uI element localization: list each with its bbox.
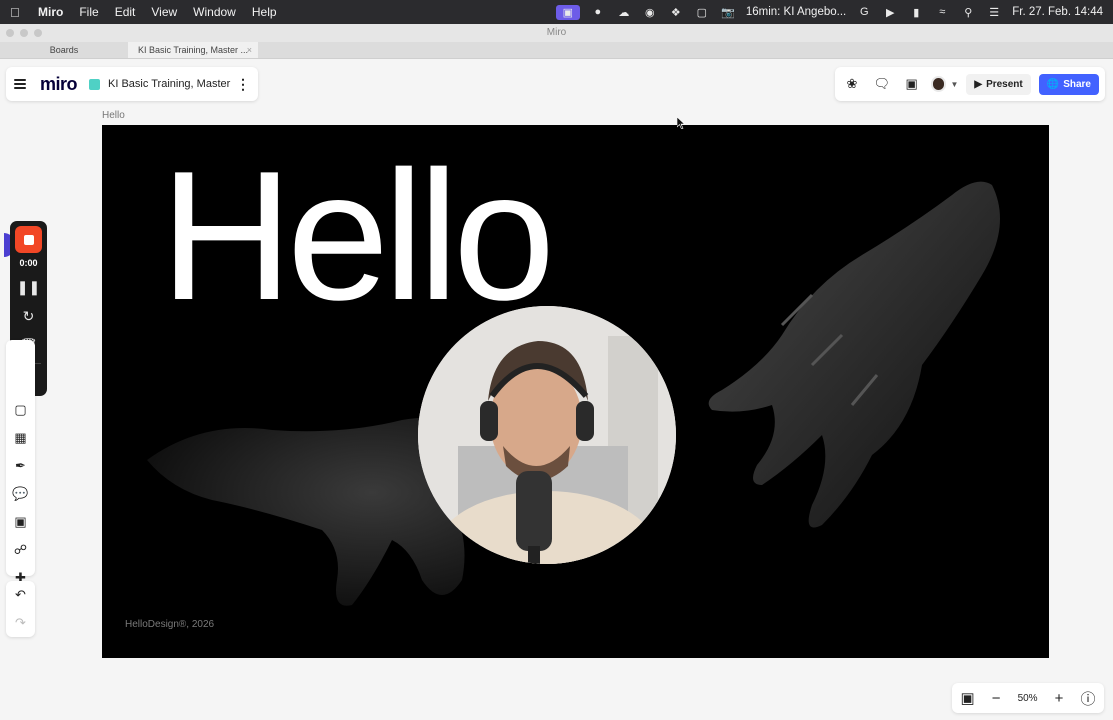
grammarly-icon[interactable]: G xyxy=(856,5,872,19)
share-button[interactable]: 🌐 Share xyxy=(1038,73,1099,95)
wifi-icon[interactable]: ≈ xyxy=(934,5,950,19)
avatar[interactable] xyxy=(930,76,947,92)
frame-icon[interactable]: ▣ xyxy=(6,508,35,536)
chevron-down-icon[interactable]: ▼ xyxy=(950,80,958,89)
collaboration-toolbar: ❀ 🗨 ▣ ▼ ▶ Present 🌐 Share xyxy=(835,67,1105,101)
sticky-note-icon[interactable]: ▢ xyxy=(6,396,35,424)
window-title: Miro xyxy=(546,27,567,38)
undo-redo-toolbar: ↶ ↷ xyxy=(6,581,35,637)
menu-help[interactable]: Help xyxy=(252,5,277,19)
miro-logo[interactable]: miro xyxy=(40,74,78,95)
app-menu[interactable]: Miro xyxy=(38,5,63,19)
mouse-cursor-icon xyxy=(677,117,685,129)
apple-icon[interactable]:  xyxy=(10,5,24,20)
close-window-button[interactable] xyxy=(6,29,14,37)
undo-icon[interactable]: ↶ xyxy=(6,581,35,609)
maximize-window-button[interactable] xyxy=(34,29,42,37)
tab-bar: Boards KI Basic Training, Master ... × xyxy=(0,42,1113,59)
tab-boards[interactable]: Boards xyxy=(0,42,128,58)
restart-icon[interactable]: ↻ xyxy=(23,306,35,326)
close-tab-icon[interactable]: × xyxy=(247,45,252,55)
menu-file[interactable]: File xyxy=(79,5,98,19)
macos-menubar:  Miro File Edit View Window Help ▣ ● ☁ … xyxy=(0,0,1113,24)
dropbox-icon[interactable]: ❖ xyxy=(668,5,684,19)
board-header: miro KI Basic Training, Master ⋮ xyxy=(6,67,258,101)
video-call-icon[interactable]: ▣ xyxy=(901,76,923,92)
help-icon[interactable]: ⓘ xyxy=(1080,688,1095,709)
zoom-controls: ▣ − 50% + ⓘ xyxy=(952,683,1104,713)
play-icon: ▶ xyxy=(974,78,983,90)
apps-icon[interactable]: ☍ xyxy=(6,536,35,564)
hamburger-menu-icon[interactable] xyxy=(14,79,26,89)
robot-hand-image xyxy=(708,181,1000,528)
reactions-icon[interactable]: ❀ xyxy=(841,76,863,92)
menu-view[interactable]: View xyxy=(151,5,177,19)
present-button[interactable]: ▶ Present xyxy=(966,73,1031,95)
menu-window[interactable]: Window xyxy=(193,5,236,19)
comment-icon[interactable]: 💬 xyxy=(6,480,35,508)
traffic-lights xyxy=(6,29,42,37)
zoom-out-button[interactable]: − xyxy=(992,690,1001,707)
screen-record-icon[interactable]: ▣ xyxy=(555,4,580,20)
tab-label: Boards xyxy=(49,45,79,55)
board-canvas[interactable]: miro KI Basic Training, Master ⋮ ❀ 🗨 ▣ ▼… xyxy=(0,59,1113,720)
slide-credit: HelloDesign®, 2026 xyxy=(125,619,215,630)
zoom-level[interactable]: 50% xyxy=(1018,693,1038,704)
pen-icon[interactable]: ✒ xyxy=(6,452,35,480)
app-icon[interactable]: ▢ xyxy=(694,5,710,19)
share-label: Share xyxy=(1063,78,1091,90)
board-icon xyxy=(89,78,101,90)
eye-icon[interactable]: ◉ xyxy=(642,5,658,19)
globe-icon: 🌐 xyxy=(1046,78,1060,90)
recording-timer: 0:00 xyxy=(19,258,38,268)
cloud-icon[interactable]: ☁ xyxy=(616,5,632,19)
webcam-bubble[interactable] xyxy=(418,306,676,564)
zoom-in-button[interactable]: + xyxy=(1055,690,1064,707)
search-icon[interactable]: ⚲ xyxy=(960,5,976,19)
miro-window: Miro Boards KI Basic Training, Master ..… xyxy=(0,24,1113,720)
calendar-icon[interactable]: 📷 xyxy=(720,5,736,19)
redo-icon[interactable]: ↷ xyxy=(6,609,35,637)
minimize-window-button[interactable] xyxy=(20,29,28,37)
creation-toolbar: ▢ ▦ ✒ 💬 ▣ ☍ ✚ xyxy=(6,340,35,585)
clock[interactable]: Fr. 27. Feb. 14:44 xyxy=(1012,6,1103,18)
presenter-video xyxy=(418,306,676,564)
present-label: Present xyxy=(986,78,1023,90)
fit-to-screen-icon[interactable]: ▣ xyxy=(961,689,975,707)
meeting-status[interactable]: 16min: KI Angebo... xyxy=(746,6,846,18)
pause-icon[interactable]: ❚❚ xyxy=(17,277,40,297)
tab-label: KI Basic Training, Master ... xyxy=(137,45,249,55)
more-options-icon[interactable]: ⋮ xyxy=(236,76,250,93)
stop-recording-button[interactable] xyxy=(15,226,42,253)
play-icon[interactable]: ▶ xyxy=(882,5,898,19)
slide-headline: Hello xyxy=(160,132,555,338)
tab-board-active[interactable]: KI Basic Training, Master ... × xyxy=(128,42,258,58)
shapes-icon[interactable]: ▦ xyxy=(6,424,35,452)
battery-icon[interactable]: ▮ xyxy=(908,5,924,19)
control-center-icon[interactable]: ☰ xyxy=(986,5,1002,19)
window-titlebar: Miro xyxy=(0,24,1113,42)
frame-label[interactable]: Hello xyxy=(102,110,125,121)
comments-icon[interactable]: 🗨 xyxy=(871,76,893,92)
zoom-icon[interactable]: ● xyxy=(590,5,606,19)
menu-edit[interactable]: Edit xyxy=(115,5,136,19)
board-title[interactable]: KI Basic Training, Master xyxy=(108,78,230,90)
